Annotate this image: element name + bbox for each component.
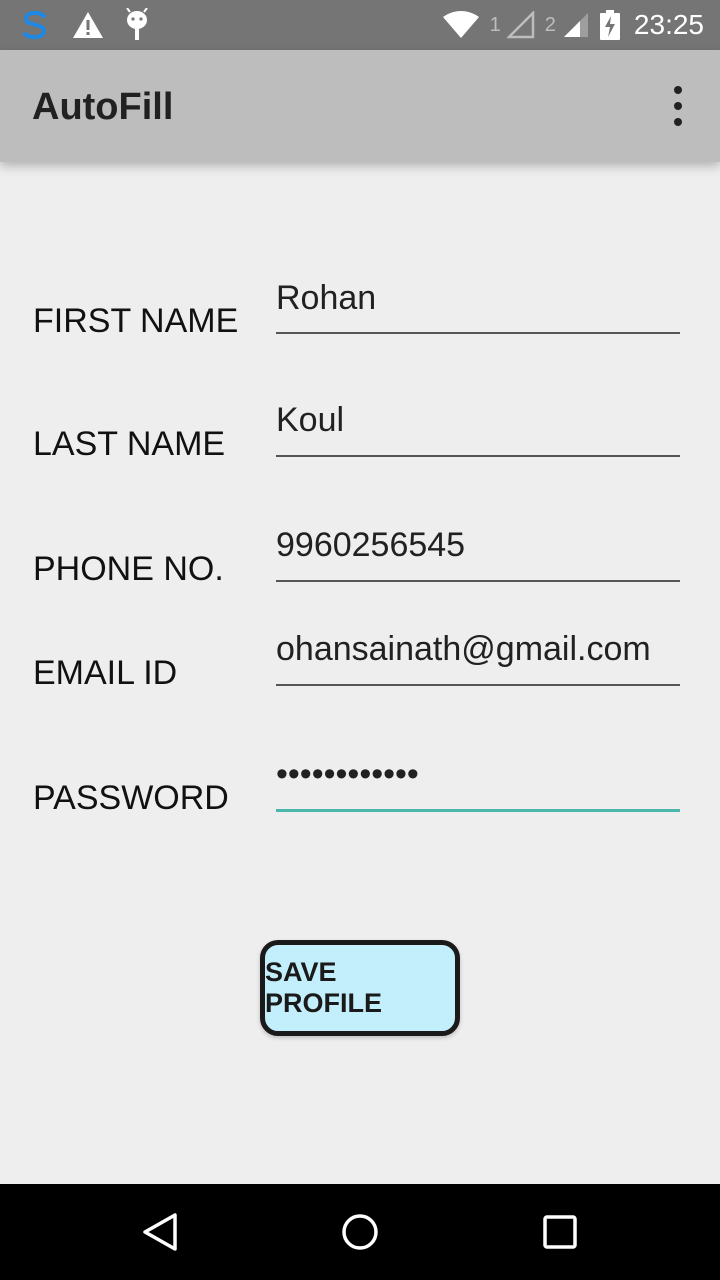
sim2-label: 2: [544, 13, 556, 36]
first-name-underline: [276, 332, 680, 334]
password-label: PASSWORD: [33, 779, 229, 817]
s-app-icon: [18, 8, 52, 42]
phone-input[interactable]: [276, 523, 680, 567]
password-input[interactable]: [276, 752, 680, 796]
clock: 23:25: [633, 9, 704, 40]
phone-label: PHONE NO.: [33, 550, 224, 588]
back-icon[interactable]: [140, 1212, 180, 1252]
email-label: EMAIL ID: [33, 654, 178, 692]
android-debug-icon: [124, 8, 150, 42]
last-name-label: LAST NAME: [33, 425, 226, 463]
navigation-bar: [0, 1184, 720, 1280]
first-name-label: FIRST NAME: [33, 302, 239, 340]
first-name-input[interactable]: [276, 276, 680, 320]
last-name-underline: [276, 455, 680, 457]
save-profile-button[interactable]: SAVE PROFILE: [260, 940, 460, 1036]
phone-underline: [276, 580, 680, 582]
home-icon[interactable]: [340, 1212, 380, 1252]
system-status-icons: 1 2 23:25: [442, 8, 704, 42]
last-name-input[interactable]: [276, 398, 680, 442]
email-input[interactable]: [276, 627, 680, 671]
notification-icons: [18, 8, 150, 42]
overflow-menu-icon[interactable]: [666, 86, 690, 126]
warning-icon: [72, 10, 104, 40]
signal-sim1-icon: [506, 11, 535, 39]
signal-sim2-icon: [562, 11, 590, 39]
password-underline: [276, 809, 680, 812]
sim1-label: 1: [489, 13, 501, 36]
recents-icon[interactable]: [540, 1212, 580, 1252]
wifi-icon: [442, 11, 480, 39]
status-bar: 1 2 23:25: [0, 0, 720, 50]
battery-charging-icon: [599, 10, 620, 40]
email-underline: [276, 684, 680, 686]
app-bar: AutoFill: [0, 50, 720, 162]
app-title: AutoFill: [32, 86, 174, 128]
